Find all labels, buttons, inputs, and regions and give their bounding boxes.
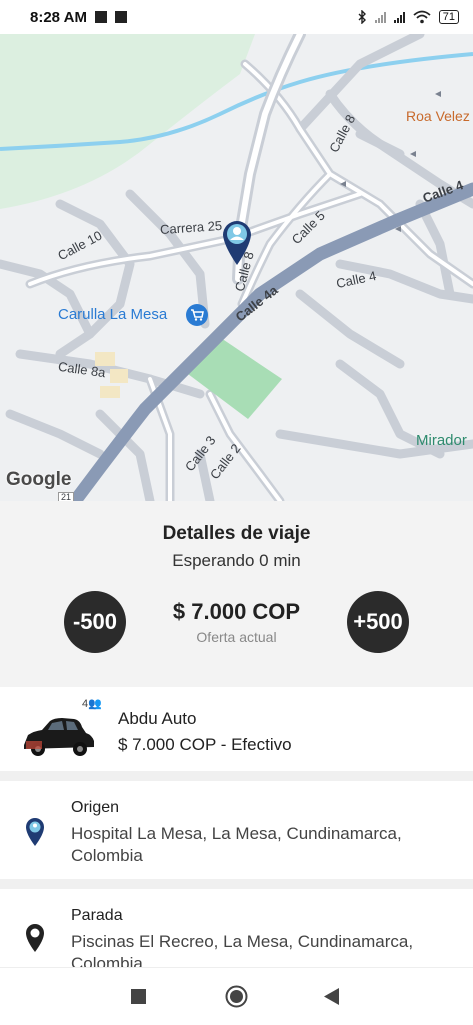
trip-details-panel: Detalles de viaje Esperando 0 min -500 $… [0,501,473,687]
status-left: 8:28 AM [30,9,127,26]
map-label-roa-velez: Roa Velez [406,108,470,124]
stop-address: Piscinas El Recreo, La Mesa, Cundinamarc… [71,932,414,967]
driver-card[interactable]: 4👥 Abdu Auto $ 7.000 COP - Efectivo [0,687,473,771]
divider [0,771,473,781]
signal-icon-2 [393,11,405,23]
status-bar: 8:28 AM 71 [0,0,473,34]
battery-icon: 71 [438,10,459,24]
divider [0,879,473,889]
back-button-icon[interactable] [324,988,340,1010]
trip-title: Detalles de viaje [162,523,311,544]
stop-card[interactable]: Parada Piscinas El Recreo, La Mesa, Cund… [0,889,473,967]
stop-pin-icon [24,923,46,958]
map-label-carulla[interactable]: Carulla La Mesa [58,306,167,323]
notification-icon-2 [114,11,127,23]
signal-icon-1 [374,11,386,23]
status-right: 71 [357,10,459,24]
stop-title: Parada [71,907,123,924]
wifi-icon [413,10,431,24]
seat-count: 4👥 [82,698,102,710]
origin-pin-icon [24,817,46,852]
driver-location-pin-icon[interactable] [220,218,254,266]
map-view[interactable]: Roa Velez Calle 8 Calle 4 Calle 5 Calle … [0,34,473,501]
people-icon: 👥 [88,698,102,710]
increase-offer-button[interactable]: +500 [347,591,409,653]
google-logo: Google [6,469,72,490]
origin-card[interactable]: Origen Hospital La Mesa, La Mesa, Cundin… [0,781,473,879]
map-label-mirador: Mirador [416,432,467,449]
home-button-icon[interactable] [225,985,248,1013]
waiting-time: Esperando 0 min [172,551,301,570]
status-time: 8:28 AM [30,8,87,26]
bluetooth-icon [358,10,366,24]
recents-button-icon[interactable] [131,989,146,1009]
driver-fare: $ 7.000 COP - Efectivo [118,735,292,754]
origin-address: Hospital La Mesa, La Mesa, Cundinamarca,… [71,824,402,865]
route-shield: 21 [58,492,75,501]
car-image [20,715,96,764]
origin-title: Origen [71,799,120,816]
navigation-bar [0,967,473,1025]
shopping-cart-icon[interactable] [186,304,208,326]
notification-icon [94,11,107,23]
driver-name: Abdu Auto [118,709,197,728]
